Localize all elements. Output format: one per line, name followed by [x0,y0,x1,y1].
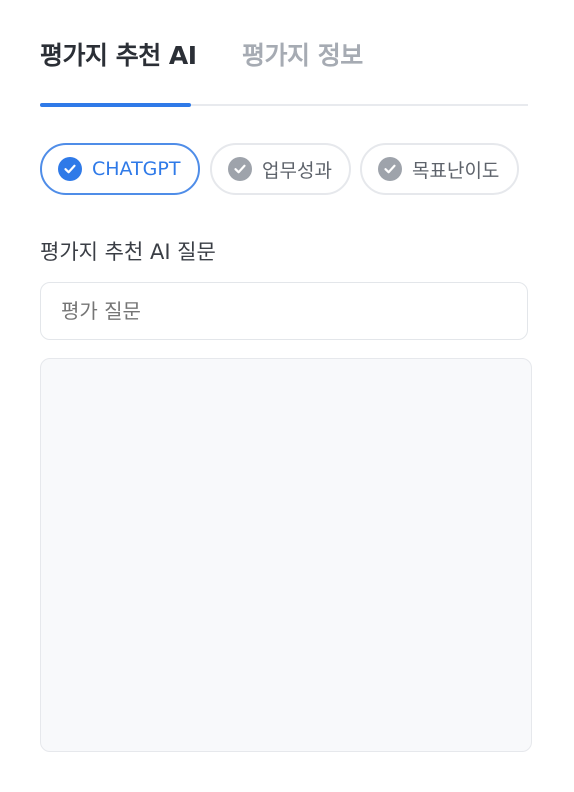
check-circle-icon [228,157,252,181]
answer-textarea[interactable] [40,358,532,752]
question-input[interactable] [40,282,528,340]
check-circle-icon [378,157,402,181]
check-circle-icon [58,157,82,181]
chip-work-performance[interactable]: 업무성과 [210,143,351,195]
chip-label: 업무성과 [262,159,332,182]
question-field-label: 평가지 추천 AI 질문 [40,240,216,264]
evaluation-ai-panel: 평가지 추천 AI 평가지 정보 CHATGPT 업무성과 목표난이도 평가지 … [0,0,574,792]
chip-chatgpt[interactable]: CHATGPT [40,143,200,195]
tab-bar: 평가지 추천 AI 평가지 정보 [40,36,528,107]
chip-label: CHATGPT [92,158,181,180]
chip-goal-difficulty[interactable]: 목표난이도 [360,143,519,195]
tab-evaluation-ai[interactable]: 평가지 추천 AI [40,36,197,104]
chip-label: 목표난이도 [412,159,500,182]
tab-evaluation-info[interactable]: 평가지 정보 [242,36,363,104]
active-tab-indicator [40,103,191,107]
